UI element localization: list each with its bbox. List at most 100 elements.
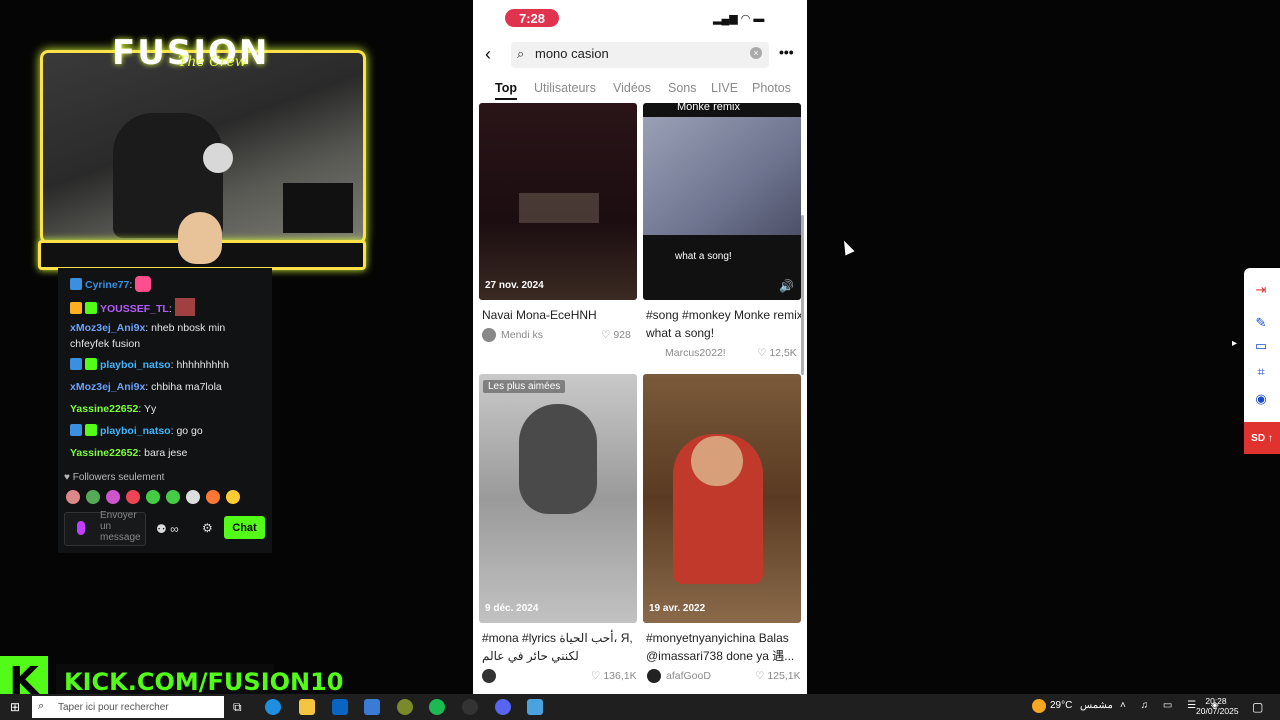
chair [283,183,353,233]
crown-icon [70,302,82,314]
record-icon[interactable]: ◉ [1254,392,1268,406]
chat-text: go go [176,425,203,437]
avatar [178,212,222,264]
chat-username[interactable]: playboi_natso [100,425,171,437]
followers-text: Followers seulement [72,472,165,483]
video-author[interactable]: Marcus2022! [665,347,726,359]
emote-icon[interactable] [186,490,200,504]
likes-count: ♡ 125,1K [755,670,801,682]
likes-value: 125,1K [767,670,801,682]
chat-username[interactable]: Cyrine77 [85,279,129,291]
status-icons: ▂▄▆ ◠ ▬ [713,13,765,25]
chat-send-button[interactable]: Chat [224,516,265,539]
clear-icon[interactable]: × [750,47,762,59]
video-thumbnail[interactable]: Monke remix what a song! 🔊 [643,103,801,300]
chat-username[interactable]: Yassine22652 [70,403,138,415]
chat-username[interactable]: xMoz3ej_Ani9x [70,381,145,393]
pen-icon[interactable]: ✎ [1254,316,1268,330]
file-explorer-icon[interactable] [299,699,315,715]
spotify-icon[interactable] [429,699,445,715]
microphone-icon[interactable] [77,521,85,535]
video-thumbnail[interactable]: Les plus aimées [479,374,637,623]
phone-screen: 7:28 ▂▄▆ ◠ ▬ ‹ ⌕ mono casion × ••• Top U… [473,0,807,694]
chat-username[interactable]: xMoz3ej_Ani9x [70,322,145,334]
chat-username[interactable]: Yassine22652 [70,447,138,459]
video-caption[interactable]: #song #monkey Monke remix what a song! [646,306,806,342]
sparkle-icon [85,302,97,314]
task-view-icon[interactable]: ⧉ [233,700,242,715]
status-clock: 7:28 [505,9,559,27]
back-icon[interactable]: ‹ [485,44,491,65]
person-image [519,404,597,514]
likes-count: ♡ 136,1K [591,670,637,682]
emote-icon [174,298,195,316]
window-icon[interactable]: ▭ [1254,339,1268,353]
avatar [647,669,661,683]
exit-icon[interactable]: ⇥ [1254,283,1268,297]
chat-username[interactable]: playboi_natso [100,359,171,371]
emote-icon[interactable] [126,490,140,504]
video-date: 9 déc. 2024 [485,603,539,614]
video-thumbnail[interactable] [643,374,801,623]
emote-icon[interactable] [106,490,120,504]
discord-icon[interactable] [495,699,511,715]
weather-temp[interactable]: 29°C [1050,700,1072,711]
chat-username[interactable]: YOUSSEF_TL [100,303,169,315]
video-caption[interactable]: #monyetnyanyichina Balas @imassari738 do… [646,629,800,665]
notification-icon[interactable]: ▢ [1252,700,1263,714]
sd-button[interactable]: SD ↑ [1244,422,1280,454]
video-caption[interactable]: #mona #lyrics أحب الحياة، Я, لكنني حائر … [482,629,636,665]
emote-icon[interactable] [166,490,180,504]
tab-videos[interactable]: Vidéos [613,81,651,95]
search-input[interactable]: mono casion [535,46,609,61]
thumb-shape [519,193,599,223]
search-icon: ⌕ [517,46,525,61]
tab-live[interactable]: LIVE [711,81,738,95]
emote-icon[interactable] [206,490,220,504]
chat-input-placeholder: Envoyer un message [100,510,141,543]
chat-message: YOUSSEF_TL: [70,298,265,317]
chat-text: bara jese [144,447,188,459]
volume-icon[interactable]: 🔊 [779,279,794,293]
emote-icon[interactable] [66,490,80,504]
chat-message: xMoz3ej_Ani9x: nheb nbosk min chfeyfek f… [70,322,226,350]
video-author[interactable]: afafGooD [666,670,711,682]
emote-icon[interactable] [226,490,240,504]
tab-top[interactable]: Top [495,81,517,95]
video-author[interactable]: Mendi ks [501,329,543,341]
chat-text: chbiha ma7lola [151,381,222,393]
taskbar-search[interactable]: Taper ici pour rechercher [32,696,224,718]
emote-icon[interactable] [86,490,100,504]
gear-icon[interactable]: ⚙ [202,521,213,535]
video-caption[interactable]: Navai Mona-EceHNH [482,306,642,324]
outlook-icon[interactable] [332,699,348,715]
tab-users[interactable]: Utilisateurs [534,81,596,95]
chat-message: xMoz3ej_Ani9x: chbiha ma7lola [70,381,222,393]
app-icon[interactable] [527,699,543,715]
chat-message: Yassine22652: bara jese [70,447,188,459]
more-icon[interactable]: ••• [779,44,794,60]
followers-only-label: ♥ Followers seulement [64,472,165,483]
scrollbar[interactable] [801,215,804,375]
app-icon[interactable] [462,699,478,715]
avatar [482,669,496,683]
windows-start-icon[interactable]: ⊞ [10,700,24,714]
weather-text: مشمس [1080,700,1113,711]
edge-icon[interactable] [265,699,281,715]
active-tab-indicator [495,98,517,100]
crop-icon[interactable]: ⌗ [1254,365,1268,379]
emote-icon[interactable] [146,490,160,504]
tab-sounds[interactable]: Sons [668,81,697,95]
store-icon[interactable] [364,699,380,715]
cam-subtitle: The Crew [178,54,247,70]
tab-photos[interactable]: Photos [752,81,791,95]
emoji-icon[interactable]: ⚉ ∞ [156,522,179,536]
likes-value: 136,1K [603,670,637,682]
app-icon[interactable] [397,699,413,715]
video-overlay-text: Monke remix [677,103,740,113]
sparkle-icon [85,358,97,370]
search-icon: ⌕ [38,700,45,712]
chevron-right-icon[interactable]: ▸ [1232,338,1246,352]
video-thumbnail[interactable] [479,103,637,300]
taskbar-clock[interactable]: 20:28 20/07/2025 [1196,696,1239,716]
